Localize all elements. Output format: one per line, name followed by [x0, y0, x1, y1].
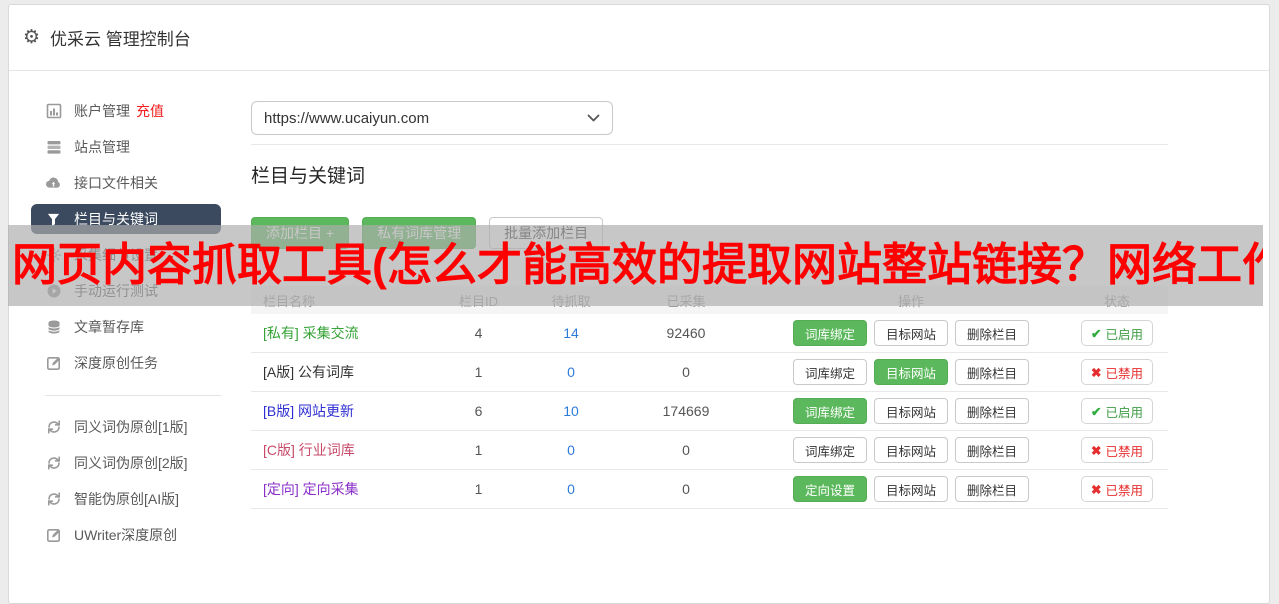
pending-count-link[interactable]: 0 [567, 481, 575, 497]
cloud-upload-icon [45, 175, 62, 192]
collected-count-cell: 0 [682, 481, 690, 497]
overlay-banner: 网页内容抓取工具(怎么才能高效的提取网站整站链接？网络工作 [8, 225, 1263, 306]
collected-count-cell: 0 [682, 364, 690, 380]
action-button[interactable]: 目标网站 [873, 320, 948, 346]
table-row: [C版] 行业词库 1 0 0 词库绑定 目标网站 删除栏目 ✖ 已禁用 [251, 431, 1168, 470]
action-button[interactable]: 删除栏目 [955, 476, 1030, 502]
divider [251, 144, 1168, 145]
column-name-link[interactable]: [A版] 公有词库 [263, 364, 354, 380]
column-name-link[interactable]: [私有] 采集交流 [263, 325, 359, 341]
pending-count-link[interactable]: 14 [563, 325, 579, 341]
action-button[interactable]: 删除栏目 [955, 359, 1030, 385]
action-button[interactable]: 词库绑定 [792, 398, 867, 424]
chevron-down-icon [587, 110, 600, 127]
sidebar-divider [45, 395, 221, 396]
action-button[interactable]: 词库绑定 [792, 437, 867, 463]
pending-count-link[interactable]: 10 [563, 403, 579, 419]
column-name-link[interactable]: [B版] 网站更新 [263, 403, 354, 419]
collected-count-cell: 0 [682, 442, 690, 458]
sidebar-item-6[interactable]: 文章暂存库 [9, 309, 251, 345]
sidebar-item-12[interactable]: UWriter深度原创 [9, 517, 251, 553]
site-select-dropdown[interactable]: https://www.ucaiyun.com [251, 101, 613, 135]
overlay-banner-text: 网页内容抓取工具(怎么才能高效的提取网站整站链接？网络工作 [12, 239, 1263, 290]
cross-icon: ✖ [1091, 365, 1102, 380]
site-list-icon [45, 139, 62, 156]
app-title: 优采云 管理控制台 [50, 30, 191, 49]
edit-icon [45, 527, 62, 544]
content-area: https://www.ucaiyun.com 栏目与关键词 添加栏目 + 私有… [251, 71, 1168, 553]
table-row: [B版] 网站更新 6 10 174669 词库绑定 目标网站 删除栏目 ✔ 已启用 [251, 392, 1168, 431]
gear-icon: ⚙ [23, 27, 41, 48]
action-button[interactable]: 目标网站 [873, 437, 948, 463]
row-actions: 词库绑定 目标网站 删除栏目 [756, 359, 1066, 385]
sidebar-item-9[interactable]: 同义词伪原创[1版] [9, 409, 251, 445]
sidebar-item-2[interactable]: 接口文件相关 [9, 165, 251, 201]
bar-chart-icon [45, 103, 62, 120]
pending-count-link[interactable]: 0 [567, 442, 575, 458]
column-name-link[interactable]: [C版] 行业词库 [263, 442, 355, 458]
column-id-cell: 1 [474, 442, 483, 458]
table-row: [定向] 定向采集 1 0 0 定向设置 目标网站 删除栏目 ✖ 已禁用 [251, 470, 1168, 509]
row-actions: 词库绑定 目标网站 删除栏目 [756, 320, 1066, 346]
recharge-link[interactable]: 充值 [136, 101, 164, 121]
status-toggle-button[interactable]: ✔ 已启用 [1081, 320, 1153, 346]
status-toggle-button[interactable]: ✖ 已禁用 [1081, 437, 1153, 463]
status-toggle-button[interactable]: ✔ 已启用 [1081, 398, 1153, 424]
action-button[interactable]: 删除栏目 [955, 437, 1030, 463]
refresh-icon [45, 419, 62, 436]
columns-table: 栏目名称栏目ID待抓取已采集操作状态 [私有] 采集交流 4 14 92460 … [251, 286, 1168, 509]
table-row: [私有] 采集交流 4 14 92460 词库绑定 目标网站 删除栏目 ✔ 已启用 [251, 314, 1168, 353]
action-button[interactable]: 目标网站 [873, 476, 948, 502]
database-icon [45, 319, 62, 336]
sidebar-item-7[interactable]: 深度原创任务 [9, 345, 251, 381]
action-button[interactable]: 定向设置 [792, 476, 867, 502]
column-id-cell: 6 [474, 403, 483, 419]
sidebar-item-11[interactable]: 智能伪原创[AI版] [9, 481, 251, 517]
action-button[interactable]: 目标网站 [873, 359, 948, 385]
sidebar-item-1[interactable]: 站点管理 [9, 129, 251, 165]
sidebar-item-0[interactable]: 账户管理 充值 [9, 93, 251, 129]
action-button[interactable]: 词库绑定 [792, 320, 867, 346]
column-name-link[interactable]: [定向] 定向采集 [263, 481, 359, 497]
collected-count-cell: 174669 [662, 403, 710, 419]
column-id-cell: 4 [474, 325, 483, 341]
page-title: 栏目与关键词 [251, 166, 366, 187]
status-toggle-button[interactable]: ✖ 已禁用 [1081, 476, 1153, 502]
check-icon: ✔ [1091, 326, 1102, 341]
check-icon: ✔ [1091, 404, 1102, 419]
action-button[interactable]: 目标网站 [873, 398, 948, 424]
refresh-icon [45, 455, 62, 472]
row-actions: 词库绑定 目标网站 删除栏目 [756, 437, 1066, 463]
action-button[interactable]: 词库绑定 [792, 359, 867, 385]
sidebar-item-10[interactable]: 同义词伪原创[2版] [9, 445, 251, 481]
cross-icon: ✖ [1091, 443, 1102, 458]
site-select-value: https://www.ucaiyun.com [264, 109, 430, 127]
collected-count-cell: 92460 [666, 325, 706, 341]
status-toggle-button[interactable]: ✖ 已禁用 [1081, 359, 1153, 385]
sidebar: 账户管理 充值 站点管理 接口文件相关 栏目与关键词 采集细节设置 手动运行测试… [9, 71, 251, 553]
action-button[interactable]: 删除栏目 [955, 398, 1030, 424]
action-button[interactable]: 删除栏目 [955, 320, 1030, 346]
row-actions: 定向设置 目标网站 删除栏目 [756, 476, 1066, 502]
edit-icon [45, 355, 62, 372]
row-actions: 词库绑定 目标网站 删除栏目 [756, 398, 1066, 424]
column-id-cell: 1 [474, 481, 483, 497]
app-header: ⚙ 优采云 管理控制台 [9, 5, 1269, 71]
table-row: [A版] 公有词库 1 0 0 词库绑定 目标网站 删除栏目 ✖ 已禁用 [251, 353, 1168, 392]
pending-count-link[interactable]: 0 [567, 364, 575, 380]
refresh-icon [45, 491, 62, 508]
column-id-cell: 1 [474, 364, 483, 380]
cross-icon: ✖ [1091, 482, 1102, 497]
